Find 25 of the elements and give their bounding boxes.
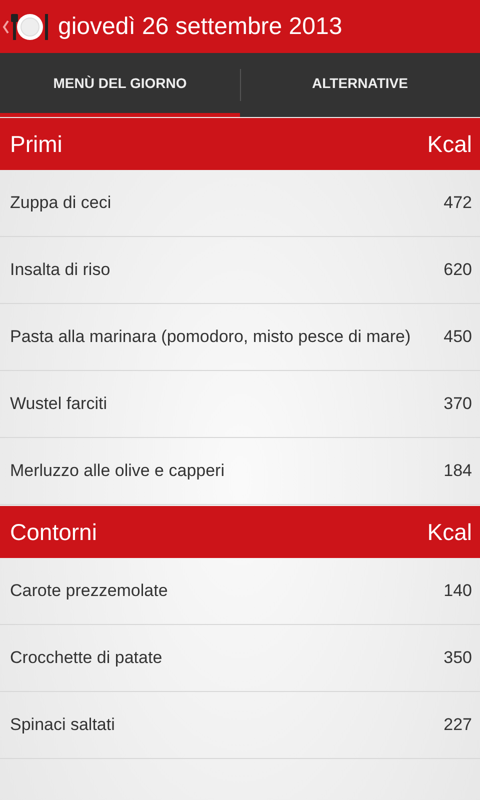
- dish-name: Insalta di riso: [10, 259, 110, 281]
- kcal-header: Kcal: [427, 130, 472, 158]
- plate-cutlery-icon: [10, 12, 50, 42]
- dish-name: Spinaci saltati: [10, 714, 115, 736]
- dish-name: Zuppa di ceci: [10, 192, 112, 214]
- section-title: Primi: [10, 130, 62, 158]
- dish-name: Pasta alla marinara (pomodoro, misto pesce di mare): [10, 326, 411, 348]
- kcal-value: 184: [444, 461, 472, 481]
- back-caret-icon: [2, 18, 10, 34]
- dish-name: Merluzzo alle olive e capperi: [10, 460, 224, 482]
- app-home-button[interactable]: [2, 12, 50, 42]
- dish-name: Crocchette di patate: [10, 647, 162, 669]
- kcal-value: 350: [444, 648, 472, 668]
- date-title: giovedì 26 settembre 2013: [58, 12, 342, 40]
- kcal-value: 450: [444, 327, 472, 347]
- kcal-value: 140: [444, 581, 472, 601]
- kcal-value: 370: [444, 394, 472, 414]
- kcal-value: 620: [444, 260, 472, 280]
- kcal-value: 227: [444, 715, 472, 735]
- dish-name: Carote prezzemolate: [10, 580, 168, 602]
- tab[interactable]: ALTERNATIVE: [240, 53, 480, 117]
- kcal-header: Kcal: [427, 518, 472, 546]
- kcal-value: 472: [444, 193, 472, 213]
- dish-name: Wustel farciti: [10, 393, 107, 415]
- section-title: Contorni: [10, 518, 97, 546]
